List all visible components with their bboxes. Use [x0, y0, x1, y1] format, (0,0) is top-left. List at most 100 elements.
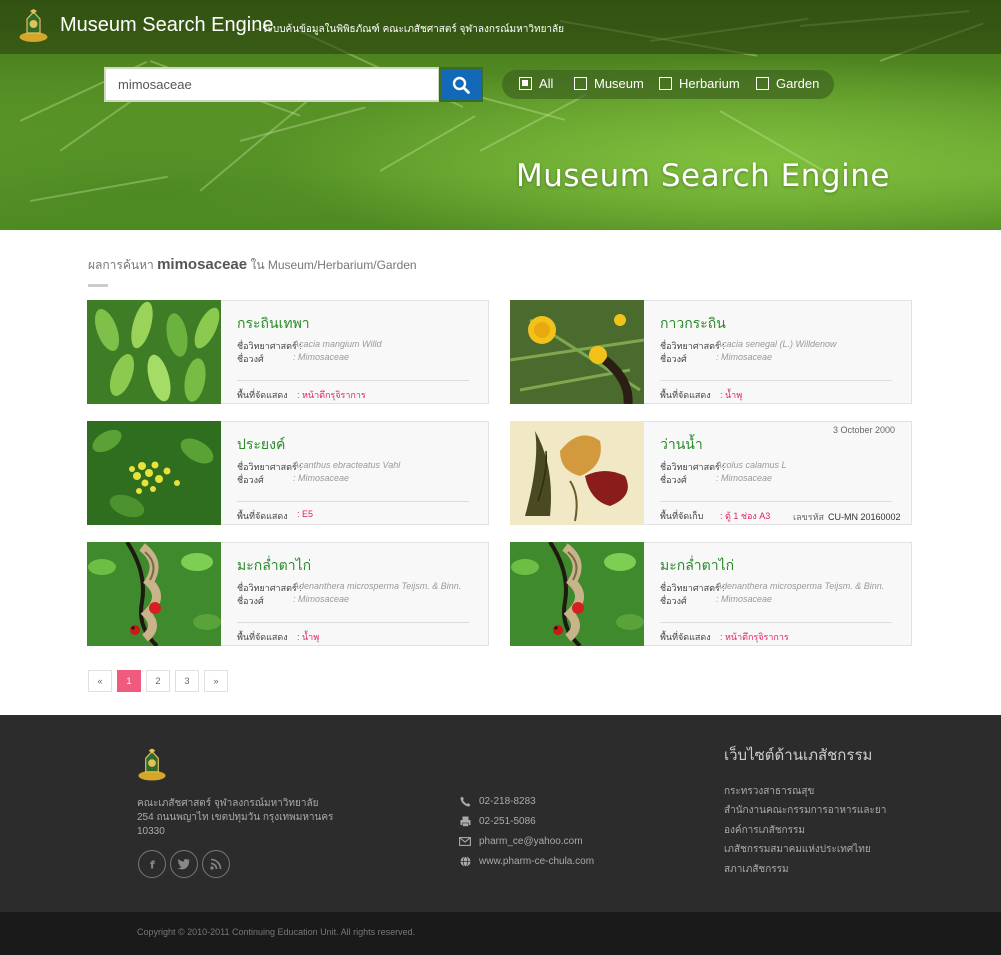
result-card[interactable]: ว่านน้ำชื่อวิทยาศาสตร์ : Acolus calamus L…: [510, 421, 912, 525]
family-label: ชื่อวงศ์: [660, 475, 687, 485]
result-card[interactable]: มะกล่ำตาไก่ชื่อวิทยาศาสตร์ : Adenanthera …: [87, 542, 489, 646]
family-row: ชื่อวงศ์: Mimosaceae: [237, 473, 349, 487]
sci-name-row: ชื่อวิทยาศาสตร์ : Adenanthera microsperma…: [660, 581, 884, 595]
pagination-prev[interactable]: «: [88, 670, 112, 692]
result-name[interactable]: ประยงค์: [237, 434, 285, 456]
phone-icon: [460, 796, 470, 806]
search-button[interactable]: [439, 67, 483, 102]
family-row: ชื่อวงศ์: Mimosaceae: [660, 352, 772, 366]
family-value: : Mimosaceae: [293, 473, 350, 483]
location-row: พื้นที่จัดแสดง : E5: [237, 509, 313, 523]
family-row: ชื่อวงศ์: Mimosaceae: [660, 594, 772, 608]
hero-banner: Museum Search Engine - ระบบค้นข้อมูลในพิ…: [0, 0, 1001, 230]
facebook-button[interactable]: f: [138, 850, 166, 878]
location-label: พื้นที่จัดแสดง: [237, 632, 288, 642]
result-name[interactable]: มะกล่ำตาไก่: [660, 555, 734, 577]
location-row: พื้นที่จัดแสดง : น้ำพุ: [660, 388, 742, 402]
result-suffix: ใน Museum/Herbarium/Garden: [250, 258, 417, 272]
sci-name-row: ชื่อวิทยาศาสตร์ : Adenanthera microsperma…: [237, 581, 461, 595]
contact-email[interactable]: pharm_ce@yahoo.com: [459, 835, 583, 847]
sci-name-value: Acolus calamus L: [716, 460, 787, 470]
pagination-page-2[interactable]: 2: [146, 670, 170, 692]
result-name[interactable]: มะกล่ำตาไก่: [237, 555, 311, 577]
filter-garden[interactable]: Garden: [756, 76, 819, 91]
filter-all[interactable]: All: [519, 76, 553, 91]
result-thumbnail[interactable]: [510, 421, 644, 525]
location-row: พื้นที่จัดแสดง: หน้าตึกรุจิราการ: [660, 630, 789, 644]
footer-link[interactable]: สำนักงานคณะกรรมการอาหารและยา: [724, 803, 886, 818]
result-thumbnail[interactable]: [87, 542, 221, 646]
location-value: : E5: [297, 509, 314, 519]
result-thumbnail[interactable]: [510, 542, 644, 646]
contact-phone: 02-218-8283: [459, 795, 536, 807]
footer-address: คณะเภสัชศาสตร์ จุฬาลงกรณ์มหาวิทยาลัย 254…: [137, 797, 333, 839]
location-value: : หน้าตึกรุจิราการ: [720, 632, 789, 642]
filter-garden-checkbox[interactable]: [756, 77, 769, 90]
footer-link[interactable]: องค์การเภสัชกรรม: [724, 823, 805, 838]
result-thumbnail[interactable]: [87, 421, 221, 525]
filter-bar: All Museum Herbarium Garden: [502, 70, 834, 99]
location-value: : หน้าตึกรุจิราการ: [297, 390, 366, 400]
location-row: พื้นที่จัดแสดง: น้ำพุ: [237, 630, 319, 644]
location-label: พื้นที่จัดเก็บ: [660, 511, 704, 521]
contact-website-text[interactable]: www.pharm-ce-chula.com: [479, 856, 594, 867]
rss-button[interactable]: [202, 850, 230, 878]
footer-link[interactable]: กระทรวงสาธารณสุข: [724, 784, 814, 799]
footer-link[interactable]: สภาเภสัชกรรม: [724, 862, 789, 877]
pagination-page-1[interactable]: 1: [117, 670, 141, 692]
facebook-icon: f: [150, 859, 155, 871]
location-row: พื้นที่จัดแสดง: หน้าตึกรุจิราการ: [237, 388, 366, 402]
sci-name-row: ชื่อวิทยาศาสตร์ : Acanthus ebracteatus Va…: [237, 460, 400, 474]
filter-all-checkbox[interactable]: [519, 77, 532, 90]
sci-name-value: Acanthus ebracteatus Vahl: [293, 460, 401, 470]
card-divider: [660, 622, 892, 623]
record-date: 3 October 2000: [832, 425, 895, 435]
result-thumbnail[interactable]: [510, 300, 644, 404]
filter-garden-label: Garden: [776, 76, 820, 91]
site-subtitle: - ระบบค้นข้อมูลในพิพิธภัณฑ์ คณะเภสัชศาสต…: [256, 24, 565, 35]
sci-name-value: Adenanthera microsperma Teijsm. & Binn.: [716, 581, 885, 591]
twitter-button[interactable]: [170, 850, 198, 878]
card-divider: [660, 501, 892, 502]
search-input[interactable]: [118, 69, 434, 100]
location-row: พื้นที่จัดเก็บ : ตู้ 1 ช่อง A3: [660, 509, 770, 523]
location-value: : น้ำพุ: [720, 390, 743, 400]
specimen-image: [510, 300, 644, 404]
specimen-image: [87, 542, 221, 646]
footer-link[interactable]: เภสัชกรรมสมาคมแห่งประเทศไทย: [724, 842, 871, 857]
card-divider: [237, 622, 469, 623]
result-name[interactable]: กระถินเทพา: [237, 313, 310, 335]
location-label: พื้นที่จัดแสดง: [237, 511, 288, 521]
result-card[interactable]: กาวกระถิน ชื่อวิทยาศาสตร์ : Acacia senegal…: [510, 300, 912, 404]
result-card[interactable]: กระถินเทพาชื่อวิทยาศาสตร์ : Acacia mangiu…: [87, 300, 489, 404]
filter-herbarium-checkbox[interactable]: [659, 77, 672, 90]
filter-herbarium[interactable]: Herbarium: [659, 76, 740, 91]
family-value: : Mimosaceae: [716, 352, 773, 362]
result-name[interactable]: ว่านน้ำ: [660, 434, 703, 456]
result-card[interactable]: มะกล่ำตาไก่ชื่อวิทยาศาสตร์ : Adenanthera …: [510, 542, 912, 646]
leaf-streak: [379, 115, 476, 172]
filter-museum[interactable]: Museum: [574, 76, 644, 91]
sci-name-row: ชื่อวิทยาศาสตร์ : Acolus calamus L: [660, 460, 787, 474]
pagination-next[interactable]: »: [204, 670, 228, 692]
contact-email-text[interactable]: pharm_ce@yahoo.com: [479, 836, 583, 847]
family-label: ชื่อวงศ์: [237, 354, 264, 364]
result-card[interactable]: ประยงค์ชื่อวิทยาศาสตร์ : Acanthus ebracte…: [87, 421, 489, 525]
result-thumbnail[interactable]: [87, 300, 221, 404]
sci-name-row: ชื่อวิทยาศาสตร์ : Acacia mangium Willd: [237, 339, 381, 353]
leaf-streak: [29, 175, 169, 202]
filter-museum-checkbox[interactable]: [574, 77, 587, 90]
pagination-page-3[interactable]: 3: [175, 670, 199, 692]
leaf-streak: [199, 87, 324, 192]
sci-name-value: Adenanthera microsperma Teijsm. & Binn.: [293, 581, 462, 591]
site-title[interactable]: Museum Search Engine: [60, 14, 273, 37]
contact-website[interactable]: www.pharm-ce-chula.com: [459, 855, 594, 867]
result-name[interactable]: กาวกระถิน: [660, 313, 726, 335]
faculty-logo[interactable]: [18, 9, 49, 43]
location-value: : ตู้ 1 ช่อง A3: [720, 511, 771, 521]
family-value: : Mimosaceae: [293, 594, 350, 604]
address-line: 10330: [137, 826, 165, 837]
svg-text:f: f: [150, 859, 155, 871]
family-value: : Mimosaceae: [716, 473, 773, 483]
location-label: พื้นที่จัดแสดง: [660, 390, 711, 400]
